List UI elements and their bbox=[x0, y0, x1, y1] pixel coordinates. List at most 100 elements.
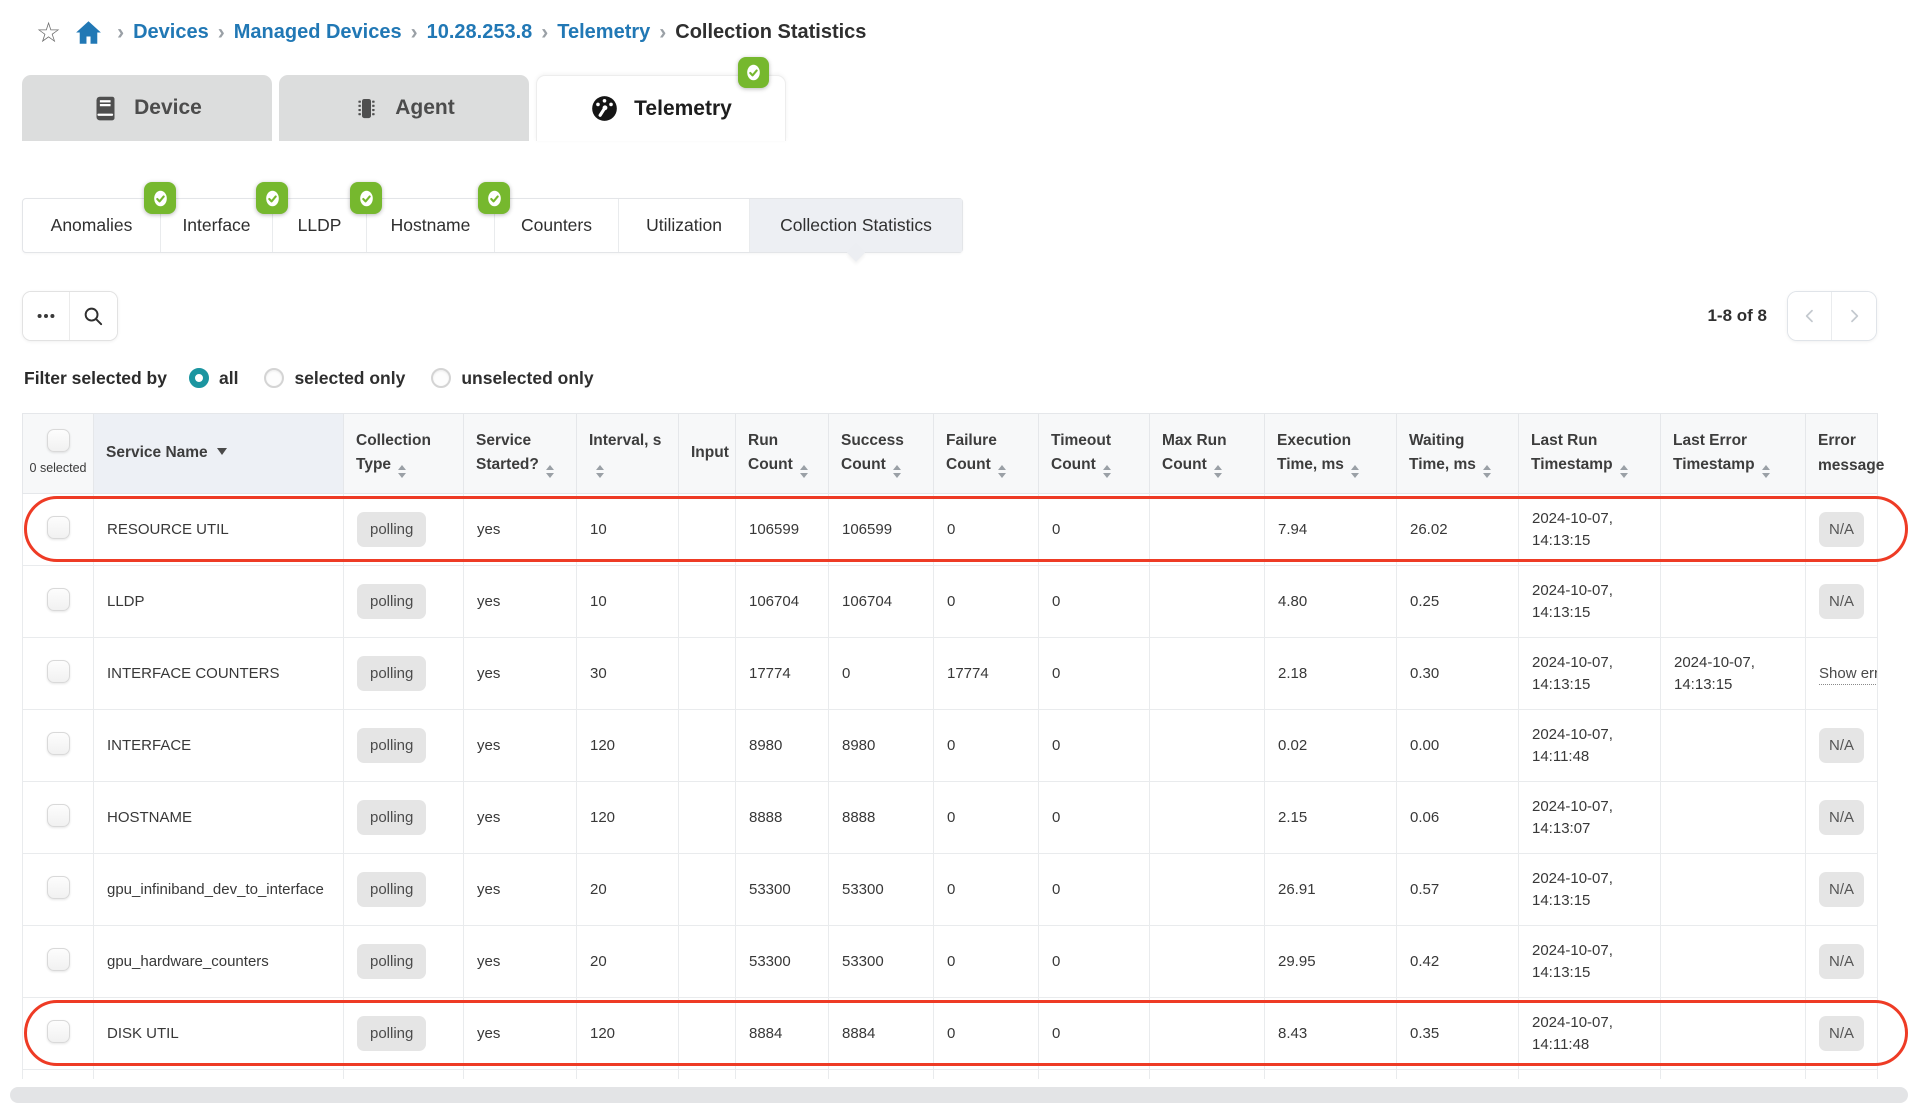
error-na-badge: N/A bbox=[1819, 872, 1864, 907]
column-header-interval[interactable]: Interval, s bbox=[577, 414, 679, 494]
column-header-failure-count[interactable]: Failure Count bbox=[934, 414, 1039, 494]
more-actions-button[interactable] bbox=[23, 292, 70, 340]
waiting-time-cell: 0.57 bbox=[1410, 881, 1439, 898]
timeout-count-cell: 0 bbox=[1052, 593, 1060, 610]
column-header-collection-type[interactable]: Collection Type bbox=[344, 414, 464, 494]
subtab-counters[interactable]: Counters bbox=[495, 199, 619, 252]
chevron-right-icon bbox=[402, 21, 427, 45]
execution-time-cell: 2.18 bbox=[1278, 665, 1307, 682]
timeout-count-cell: 0 bbox=[1052, 665, 1060, 682]
breadcrumb-link[interactable]: Managed Devices bbox=[234, 21, 402, 44]
interval-cell: 10 bbox=[590, 593, 607, 610]
column-header-max-run-count[interactable]: Max Run Count bbox=[1150, 414, 1265, 494]
service-started-cell: yes bbox=[477, 1025, 500, 1042]
sort-icon bbox=[596, 465, 604, 478]
collection-statistics-table: 0 selected Service NameCollection TypeSe… bbox=[22, 413, 1877, 1079]
service-name-cell: gpu_infiniband_dev_to_interface bbox=[107, 881, 324, 898]
row-checkbox[interactable] bbox=[47, 804, 70, 827]
breadcrumb: ☆ Devices Managed Devices 10.28.253.8 Telem… bbox=[0, 0, 1920, 50]
row-checkbox[interactable] bbox=[47, 1020, 70, 1043]
column-header-timeout-count[interactable]: Timeout Count bbox=[1039, 414, 1150, 494]
chip-icon bbox=[353, 95, 380, 122]
sort-icon bbox=[1620, 465, 1628, 478]
row-checkbox[interactable] bbox=[47, 732, 70, 755]
subtab-interface[interactable]: Interface bbox=[161, 199, 273, 252]
tab-device[interactable]: Device bbox=[22, 75, 272, 141]
collection-type-badge: polling bbox=[357, 512, 426, 547]
table-header-row: 0 selected Service NameCollection TypeSe… bbox=[23, 414, 1878, 494]
column-header-last-run-timestamp[interactable]: Last Run Timestamp bbox=[1519, 414, 1661, 494]
service-started-cell: yes bbox=[477, 665, 500, 682]
search-button[interactable] bbox=[70, 292, 117, 340]
radio-unselected-icon[interactable] bbox=[264, 368, 284, 388]
last-run-time: 14:11:48 bbox=[1532, 1034, 1647, 1056]
last-run-date: 2024-10-07, bbox=[1532, 508, 1647, 530]
subtab-collection-statistics[interactable]: Collection Statistics bbox=[750, 199, 962, 252]
execution-time-cell: 0.02 bbox=[1278, 737, 1307, 754]
sort-icon bbox=[800, 465, 808, 478]
tab-telemetry[interactable]: Telemetry bbox=[536, 75, 786, 141]
service-started-cell: yes bbox=[477, 953, 500, 970]
home-icon[interactable] bbox=[75, 20, 102, 45]
filter-radio-unselected-only[interactable]: unselected only bbox=[431, 368, 593, 389]
radio-selected-icon[interactable] bbox=[189, 368, 209, 388]
timeout-count-cell: 0 bbox=[1052, 809, 1060, 826]
subtab-anomalies[interactable]: Anomalies bbox=[23, 199, 161, 252]
table-row: RESOURCE UTIL polling yes 10 106599 1065… bbox=[23, 494, 1878, 566]
check-badge-icon bbox=[478, 182, 510, 214]
sort-icon bbox=[1103, 465, 1111, 478]
row-checkbox[interactable] bbox=[47, 516, 70, 539]
breadcrumb-link[interactable]: Telemetry bbox=[557, 21, 650, 44]
chevron-right-icon bbox=[209, 21, 234, 45]
favorite-star-icon[interactable]: ☆ bbox=[36, 19, 61, 47]
column-label: Run Count bbox=[748, 432, 793, 473]
breadcrumb-link[interactable]: 10.28.253.8 bbox=[427, 21, 533, 44]
show-error-link[interactable]: Show error bbox=[1819, 665, 1878, 685]
column-label: Execution Time, ms bbox=[1277, 432, 1351, 473]
subtab-label: Hostname bbox=[391, 215, 471, 236]
column-header-service-started[interactable]: Service Started? bbox=[464, 414, 577, 494]
radio-unselected-icon[interactable] bbox=[431, 368, 451, 388]
pagination-range-label: 1-8 of 8 bbox=[1707, 306, 1767, 326]
sort-icon bbox=[998, 465, 1006, 478]
row-checkbox[interactable] bbox=[47, 948, 70, 971]
subtab-utilization[interactable]: Utilization bbox=[619, 199, 750, 252]
next-page-button[interactable] bbox=[1832, 292, 1876, 340]
column-header-waiting-time[interactable]: Waiting Time, ms bbox=[1397, 414, 1519, 494]
success-count-cell: 106704 bbox=[842, 593, 892, 610]
interval-cell: 120 bbox=[590, 809, 615, 826]
filter-label: Filter selected by bbox=[24, 368, 167, 389]
service-started-cell: yes bbox=[477, 881, 500, 898]
column-header-execution-time[interactable]: Execution Time, ms bbox=[1265, 414, 1397, 494]
column-header-success-count[interactable]: Success Count bbox=[829, 414, 934, 494]
filter-radio-selected-only[interactable]: selected only bbox=[264, 368, 405, 389]
column-header-run-count[interactable]: Run Count bbox=[736, 414, 829, 494]
previous-page-button[interactable] bbox=[1788, 292, 1832, 340]
table-row: DISK UTIL polling yes 120 8884 8884 0 0 … bbox=[23, 998, 1878, 1070]
row-checkbox[interactable] bbox=[47, 876, 70, 899]
waiting-time-cell: 0.06 bbox=[1410, 809, 1439, 826]
column-header-service-name[interactable]: Service Name bbox=[94, 414, 344, 494]
column-header-last-error-timestamp[interactable]: Last Error Timestamp bbox=[1661, 414, 1806, 494]
interval-cell: 20 bbox=[590, 953, 607, 970]
column-label: Service Name bbox=[106, 444, 208, 461]
row-checkbox[interactable] bbox=[47, 588, 70, 611]
subtab-hostname[interactable]: Hostname bbox=[367, 199, 495, 252]
success-count-cell: 53300 bbox=[842, 953, 884, 970]
last-run-time: 14:13:07 bbox=[1532, 818, 1647, 840]
failure-count-cell: 0 bbox=[947, 737, 955, 754]
pagination-buttons bbox=[1787, 291, 1877, 341]
last-error-date: 2024-10-07, bbox=[1674, 652, 1792, 674]
horizontal-scrollbar[interactable] bbox=[10, 1087, 1908, 1103]
filter-radio-all[interactable]: all bbox=[189, 368, 238, 389]
breadcrumb-link[interactable]: Devices bbox=[133, 21, 209, 44]
tab-agent[interactable]: Agent bbox=[279, 75, 529, 141]
column-label: Error message bbox=[1818, 432, 1884, 473]
last-run-date: 2024-10-07, bbox=[1532, 940, 1647, 962]
last-run-time: 14:13:15 bbox=[1532, 530, 1647, 552]
select-all-checkbox[interactable] bbox=[47, 429, 70, 452]
row-checkbox[interactable] bbox=[47, 660, 70, 683]
failure-count-cell: 17774 bbox=[947, 665, 989, 682]
last-run-time: 14:13:15 bbox=[1532, 602, 1647, 624]
failure-count-cell: 0 bbox=[947, 881, 955, 898]
